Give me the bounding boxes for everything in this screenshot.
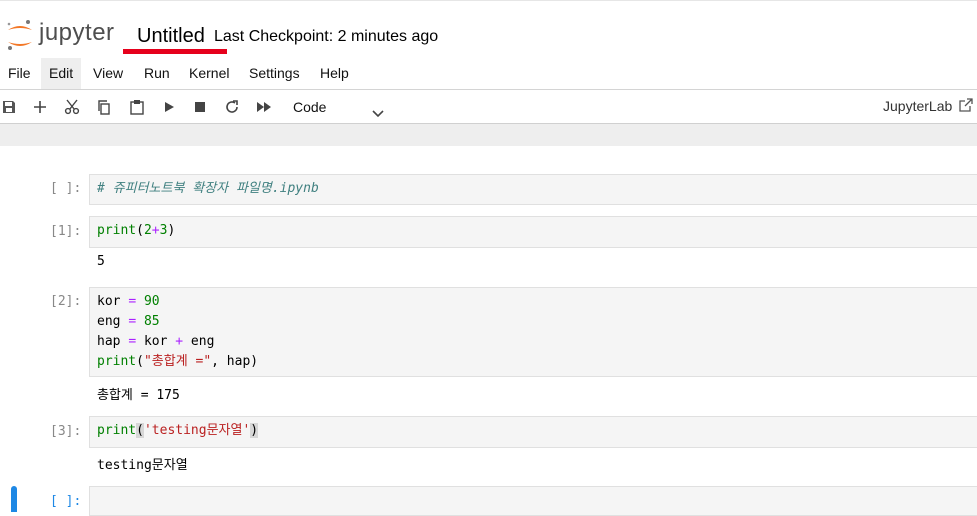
notebook-header: jupyter Untitled Last Checkpoint: 2 minu… [0, 0, 977, 59]
menu-kernel[interactable]: Kernel [181, 58, 237, 89]
cell-prompt: [ ]: [50, 494, 82, 509]
active-cell-indicator [11, 486, 17, 512]
jupyter-logo-icon[interactable] [6, 18, 34, 52]
code-line: # 쥬피터노트북 확장자 파일명.ipynb [97, 181, 319, 196]
cell-type-select[interactable]: Code [288, 96, 388, 118]
code-cell-input[interactable]: print(2+3) [89, 216, 977, 248]
save-icon[interactable] [0, 96, 20, 118]
code-cell-input[interactable]: # 쥬피터노트북 확장자 파일명.ipynb [89, 174, 977, 205]
code-cell-input[interactable]: print('testing문자열') [89, 416, 977, 448]
cell-output: testing문자열 [97, 458, 188, 473]
copy-icon[interactable] [93, 96, 115, 118]
menu-run[interactable]: Run [136, 58, 178, 89]
code-line: print(2+3) [97, 223, 176, 238]
cell-output: 5 [97, 254, 105, 269]
cell-prompt: [ ]: [50, 181, 82, 196]
run-icon[interactable] [158, 96, 180, 118]
jupyterlab-link[interactable]: JupyterLab [883, 98, 952, 114]
menu-view[interactable]: View [85, 58, 131, 89]
stop-icon[interactable] [189, 96, 211, 118]
cell-output: 총합계 = 175 [97, 388, 180, 403]
jupyter-wordmark: jupyter [39, 19, 115, 46]
cell-type-value: Code [293, 99, 327, 115]
title-highlight-underline [123, 49, 227, 54]
cut-icon[interactable] [61, 96, 83, 118]
code-line: kor = 90 [97, 294, 160, 309]
last-checkpoint-text: Last Checkpoint: 2 minutes ago [214, 28, 439, 45]
code-line: print('testing문자열') [97, 423, 259, 438]
chevron-down-icon [372, 102, 384, 124]
cell-prompt: [2]: [50, 294, 82, 309]
notebook-toolbar: Code JupyterLab [0, 90, 977, 124]
cell-prompt: [1]: [50, 224, 82, 239]
cell-prompt: [3]: [50, 424, 82, 439]
notebook-title[interactable]: Untitled [137, 25, 205, 48]
code-line: hap = kor + eng [97, 334, 215, 349]
paste-icon[interactable] [126, 96, 148, 118]
code-line: print("총합계 =", hap) [97, 354, 259, 369]
toolbar-divider-band [0, 124, 977, 146]
menubar: File Edit View Run Kernel Settings Help [0, 58, 977, 90]
restart-icon[interactable] [221, 96, 243, 118]
add-icon[interactable] [29, 96, 51, 118]
code-cell-input[interactable]: kor = 90 eng = 85 hap = kor + eng print(… [89, 287, 977, 377]
external-link-icon[interactable] [958, 97, 974, 118]
code-line: eng = 85 [97, 314, 160, 329]
fast-forward-icon[interactable] [253, 96, 275, 118]
menu-help[interactable]: Help [312, 58, 357, 89]
menu-settings[interactable]: Settings [241, 58, 308, 89]
menu-edit[interactable]: Edit [41, 58, 82, 89]
menu-file[interactable]: File [0, 58, 39, 89]
